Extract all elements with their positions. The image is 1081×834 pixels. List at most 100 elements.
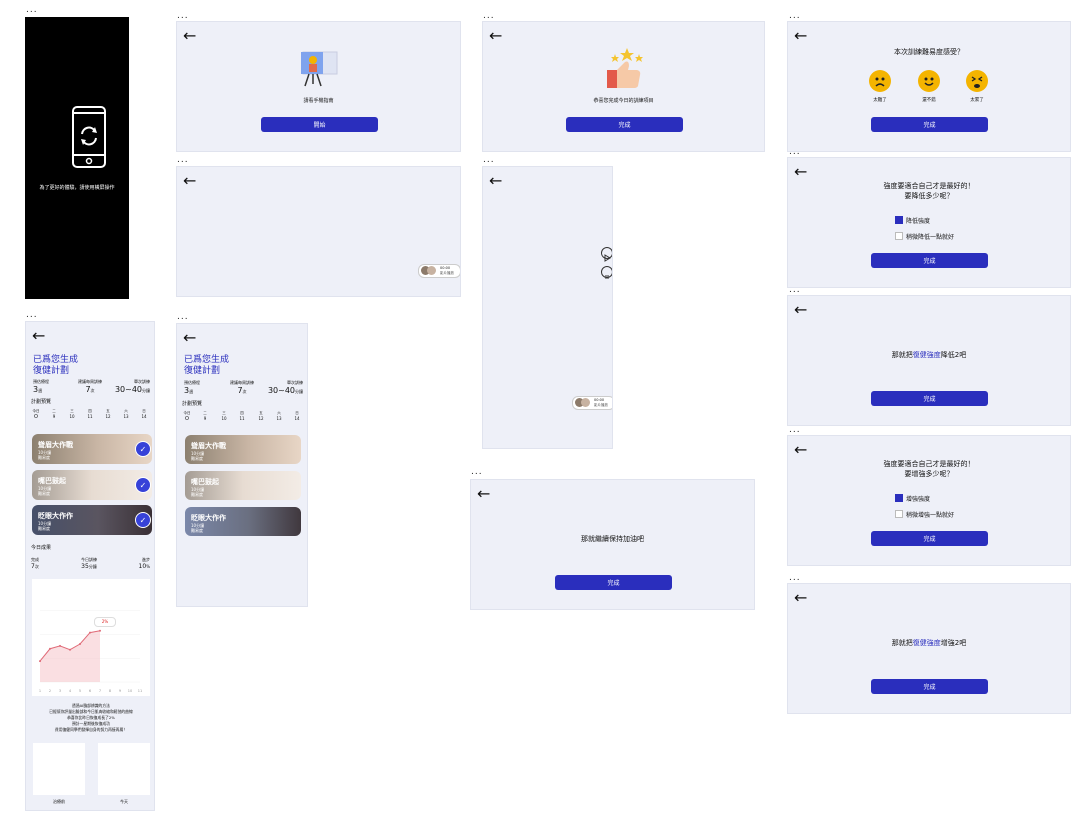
day-column[interactable]: 四 11 bbox=[235, 411, 249, 421]
day-date: O bbox=[185, 416, 189, 422]
frame-marker: ... bbox=[789, 425, 801, 435]
chart-point bbox=[69, 648, 71, 651]
back-arrow-icon[interactable]: ← bbox=[794, 442, 807, 458]
day-column[interactable]: 二9 bbox=[47, 409, 61, 419]
back-arrow-icon[interactable]: ← bbox=[183, 28, 196, 44]
today-stat: 完成 7次 bbox=[31, 557, 39, 570]
back-arrow-icon[interactable]: ← bbox=[489, 28, 502, 44]
card-title: 嘴巴鼓起 bbox=[191, 478, 219, 486]
day-column[interactable]: 五 12 bbox=[101, 409, 115, 419]
day-column[interactable]: 今日 O bbox=[180, 411, 194, 422]
card-title: 眨眼大作作 bbox=[191, 514, 226, 522]
video-screen-portrait: ← 00:00 影片播放 bbox=[482, 166, 613, 449]
back-arrow-icon[interactable]: ← bbox=[32, 328, 45, 344]
plan-screen-full: ← 已爲您生成 復健計劃 預估療程 3週 建議每周訓練 7次 單次訓練 30~4… bbox=[25, 321, 155, 811]
card-difficulty: 難易度 bbox=[191, 456, 203, 461]
increase-confirm-button[interactable]: 完成 bbox=[871, 679, 988, 694]
complete-button[interactable]: 完成 bbox=[566, 117, 683, 132]
face-tired-icon[interactable] bbox=[966, 70, 988, 92]
rotate-screen: 為了更好的體驗，請使用橫屏操作 bbox=[25, 17, 129, 299]
rating-option-label: 太難了 bbox=[873, 98, 887, 103]
plan-subtitle: 復健計劃 bbox=[184, 366, 221, 376]
card-difficulty: 難易度 bbox=[38, 526, 50, 531]
frame-marker: ... bbox=[177, 155, 189, 165]
day-column[interactable]: 四 11 bbox=[83, 409, 97, 419]
day-date: 10 bbox=[69, 414, 75, 419]
checkbox-checked[interactable] bbox=[895, 494, 903, 502]
video-badge-label: 影片播放 bbox=[594, 403, 608, 407]
avatar-icon bbox=[427, 266, 436, 275]
stat-unit: 次 bbox=[242, 389, 247, 394]
day-column[interactable]: 六 13 bbox=[119, 409, 133, 419]
increase-subtitle: 要增強多少呢？ bbox=[904, 470, 954, 478]
back-arrow-icon[interactable]: ← bbox=[477, 486, 490, 502]
keep-going-button[interactable]: 完成 bbox=[555, 575, 672, 590]
exercise-card[interactable]: 聳眉大作戰 10分鐘 難易度 bbox=[185, 435, 301, 464]
increase-option-label: 增強強度 bbox=[906, 496, 931, 503]
avatar-icon bbox=[581, 398, 590, 407]
increase-confirm-message: 那就把復健強度增強2吧 bbox=[788, 638, 1070, 648]
play-button-icon[interactable] bbox=[601, 247, 612, 262]
face-sad-icon[interactable] bbox=[869, 70, 891, 92]
day-date: 9 bbox=[52, 414, 56, 419]
pause-button-icon[interactable] bbox=[601, 266, 612, 279]
back-arrow-icon[interactable]: ← bbox=[183, 173, 196, 189]
day-column[interactable]: 六 13 bbox=[272, 411, 286, 421]
decrease-confirm-button[interactable]: 完成 bbox=[871, 391, 988, 406]
check-icon[interactable]: ✓ bbox=[135, 441, 151, 457]
back-arrow-icon[interactable]: ← bbox=[794, 302, 807, 318]
increase-option-label: 稍微增強一點就好 bbox=[906, 512, 955, 519]
today-stat: 進步 10% bbox=[139, 557, 150, 570]
decrease-done-button[interactable]: 完成 bbox=[871, 253, 988, 268]
video-badge[interactable]: 00:00 影片播放 bbox=[572, 396, 612, 410]
day-column[interactable]: 三 10 bbox=[65, 409, 79, 419]
message-prefix: 那就把 bbox=[891, 351, 913, 359]
back-arrow-icon[interactable]: ← bbox=[794, 164, 807, 180]
check-icon[interactable]: ✓ bbox=[135, 477, 151, 493]
checkbox-unchecked[interactable] bbox=[895, 510, 903, 518]
frame-marker: ... bbox=[483, 11, 495, 21]
chart-x-tick: 3 bbox=[59, 689, 61, 693]
day-column[interactable]: 三 10 bbox=[217, 411, 231, 421]
check-icon[interactable]: ✓ bbox=[135, 512, 151, 528]
day-column[interactable]: 二9 bbox=[198, 411, 212, 421]
exercise-card[interactable]: 嘴巴鼓起 10分鐘 難易度 bbox=[185, 471, 301, 500]
start-button[interactable]: 開始 bbox=[261, 117, 378, 132]
message-prefix: 那就把 bbox=[891, 639, 913, 647]
face-ok-icon[interactable] bbox=[918, 70, 940, 92]
progress-chart: 1 2 3 4 5 6 7 8 9 10 11 bbox=[39, 610, 142, 693]
decrease-subtitle: 要降低多少呢？ bbox=[904, 192, 954, 200]
video-badge[interactable]: 00:00 影片播放 bbox=[418, 264, 460, 278]
stat-value: 30~40 bbox=[267, 386, 295, 395]
day-column[interactable]: 五 12 bbox=[254, 411, 268, 421]
chart-point bbox=[89, 631, 91, 634]
checkbox-checked[interactable] bbox=[895, 216, 903, 224]
stat-block: 單次訓練 30~40分鐘 bbox=[115, 379, 150, 394]
back-arrow-icon[interactable]: ← bbox=[794, 590, 807, 606]
day-date: 11 bbox=[239, 416, 245, 421]
day-date: O bbox=[34, 414, 38, 420]
exercise-card[interactable]: 眨眼大作作 10分鐘 難易度 bbox=[185, 507, 301, 536]
exercise-card[interactable]: 嘴巴鼓起 10分鐘 難易度 ✓ bbox=[32, 470, 152, 500]
back-arrow-icon[interactable]: ← bbox=[794, 28, 807, 44]
day-date: 9 bbox=[203, 416, 207, 421]
stat-unit: 次 bbox=[90, 388, 95, 393]
summary-line: 費用復健同學們發揮自身的努力再接再厲！ bbox=[54, 727, 128, 732]
card-difficulty: 難易度 bbox=[38, 491, 50, 496]
day-column[interactable]: 今日 O bbox=[29, 409, 43, 420]
increase-done-button[interactable]: 完成 bbox=[871, 531, 988, 546]
stat-block: 建議每周訓練 7次 bbox=[78, 379, 102, 394]
day-column[interactable]: 日 14 bbox=[290, 411, 304, 421]
rating-done-button[interactable]: 完成 bbox=[871, 117, 988, 132]
exercise-card[interactable]: 聳眉大作戰 10分鐘 難易度 ✓ bbox=[32, 434, 152, 464]
stat-block: 預估療程 3週 bbox=[184, 380, 200, 395]
day-column[interactable]: 日 14 bbox=[137, 409, 151, 419]
keep-going-screen: ← 那就繼續保持加油吧 完成 bbox=[470, 479, 755, 610]
back-arrow-icon[interactable]: ← bbox=[183, 330, 196, 346]
exercise-card[interactable]: 眨眼大作作 10分鐘 難易度 ✓ bbox=[32, 505, 152, 535]
checkbox-unchecked[interactable] bbox=[895, 232, 903, 240]
back-arrow-icon[interactable]: ← bbox=[489, 173, 502, 189]
rating-option-label: 太累了 bbox=[970, 98, 984, 103]
message-suffix: 增強2吧 bbox=[940, 639, 967, 647]
card-difficulty: 難易度 bbox=[191, 492, 203, 497]
